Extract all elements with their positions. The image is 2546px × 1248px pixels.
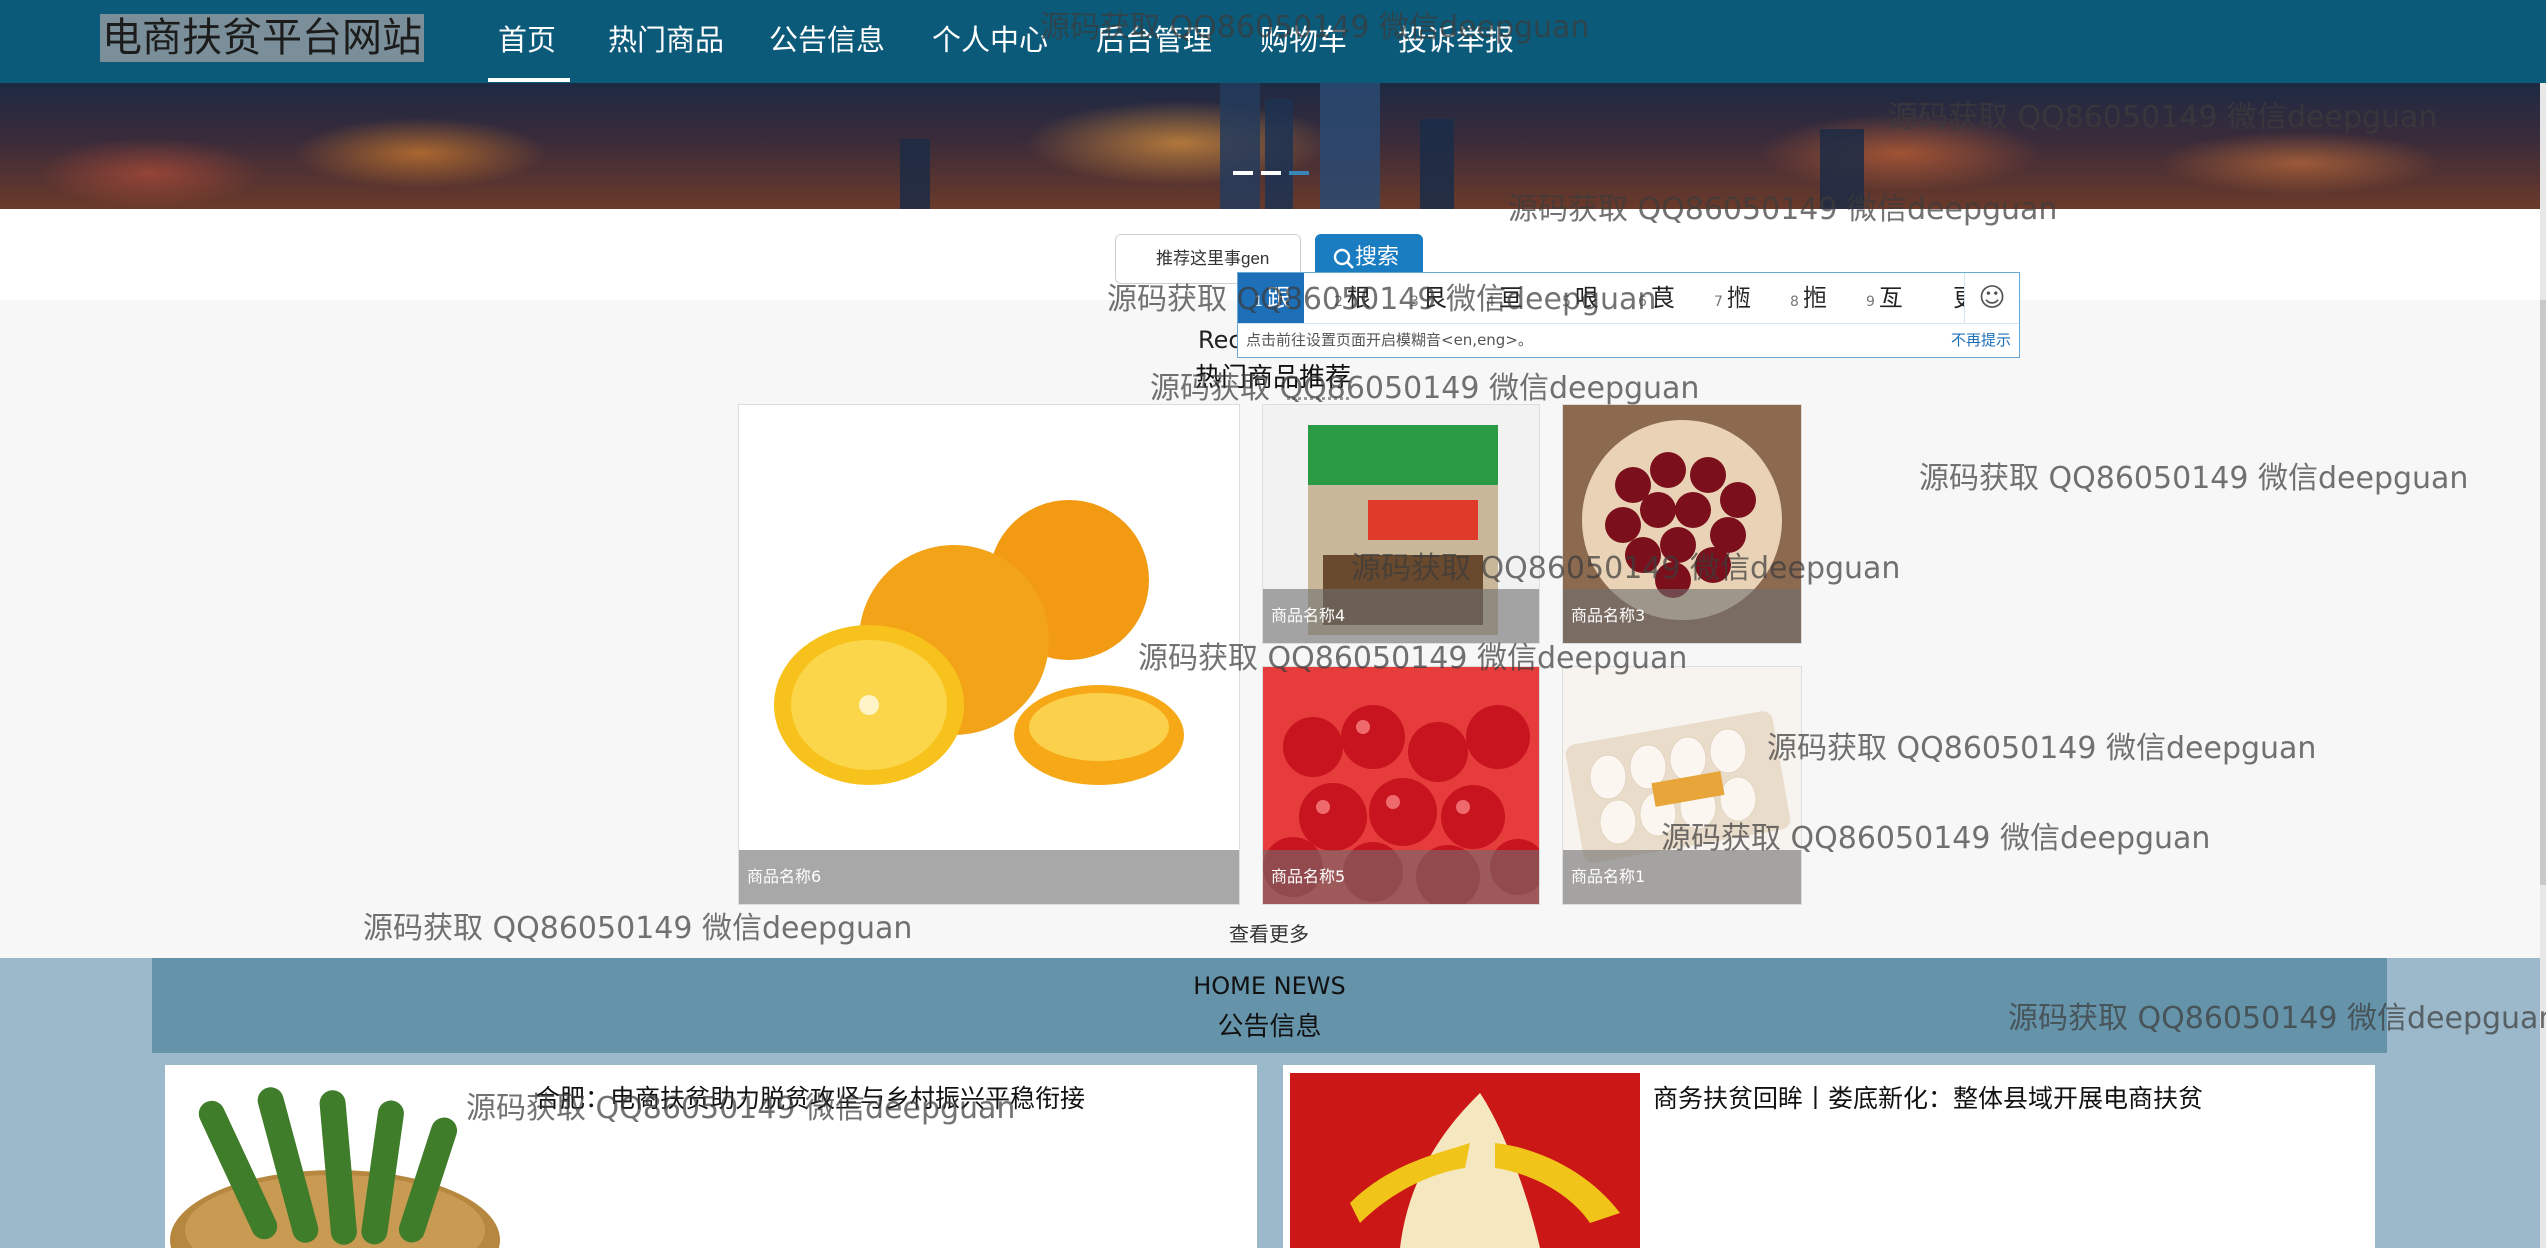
nav-item-announcements[interactable]: 公告信息 (769, 20, 885, 60)
nav-item-home[interactable]: 首页 (498, 20, 556, 60)
ime-candidate[interactable]: 7揯 (1714, 283, 1751, 317)
watermark-text: 源码获取 QQ86050149 微信deepguan (1040, 10, 1590, 45)
watermark-text: 源码获取 QQ86050149 微信deepguan (1150, 371, 1700, 406)
ime-dismiss-link[interactable]: 不再提示 (1951, 329, 2011, 350)
nav-active-indicator (488, 78, 570, 82)
product-caption: 商品名称1 (1563, 850, 1801, 904)
watermark-text: 源码获取 QQ86050149 微信deepguan (1107, 282, 1657, 317)
ime-tip[interactable]: 点击前往设置页面开启模糊音<en,eng>。 (1246, 329, 1533, 350)
nav-item-hot-products[interactable]: 热门商品 (608, 20, 724, 60)
news-title[interactable]: 商务扶贫回眸丨娄底新化：整体县域开展电商扶贫 (1653, 1079, 2203, 1115)
ime-candidate[interactable]: 8搄 (1790, 283, 1827, 317)
page-scrollbar-thumb[interactable] (2540, 300, 2546, 885)
nav-item-personal-center[interactable]: 个人中心 (932, 20, 1048, 60)
product-card[interactable]: 商品名称4 (1262, 404, 1540, 644)
search-icon (1333, 248, 1354, 269)
carousel-dot-3[interactable] (1289, 171, 1309, 175)
section-heading-en: Rec (1198, 326, 1242, 354)
watermark-text: 源码获取 QQ86050149 微信deepguan (1508, 192, 2058, 227)
watermark-text: 源码获取 QQ86050149 微信deepguan (1661, 821, 2211, 856)
view-more-link[interactable]: 查看更多 (1229, 918, 1309, 947)
watermark-text: 源码获取 QQ86050149 微信deepguan (2008, 1001, 2546, 1036)
carousel-dot-1[interactable] (1233, 171, 1253, 175)
watermark-text: 源码获取 QQ86050149 微信deepguan (1919, 461, 2469, 496)
product-card[interactable]: 商品名称1 (1562, 666, 1802, 905)
product-card[interactable]: 商品名称3 (1562, 404, 1802, 644)
ime-emoji-icon[interactable]: ☺ (1964, 273, 2019, 323)
news-image-banana (1290, 1073, 1640, 1248)
watermark-text: 源码获取 QQ86050149 微信deepguan (363, 911, 913, 946)
watermark-text: 源码获取 QQ86050149 微信deepguan (1138, 641, 1688, 676)
watermark-text: 源码获取 QQ86050149 微信deepguan (466, 1091, 1016, 1126)
product-caption: 商品名称5 (1263, 850, 1539, 904)
product-card[interactable]: 商品名称5 (1262, 666, 1540, 905)
search-button-label: 搜索 (1355, 245, 1400, 270)
watermark-text: 源码获取 QQ86050149 微信deepguan (1767, 731, 2317, 766)
watermark-text: 源码获取 QQ86050149 微信deepguan (1351, 551, 1901, 586)
product-caption: 商品名称6 (739, 850, 1239, 904)
news-card[interactable]: 商务扶贫回眸丨娄底新化：整体县域开展电商扶贫 (1283, 1065, 2375, 1248)
watermark-text: 源码获取 QQ86050149 微信deepguan (1888, 100, 2438, 135)
carousel-dot-2[interactable] (1261, 171, 1281, 175)
ime-candidate[interactable]: 9亙 (1866, 283, 1903, 317)
site-brand[interactable]: 电商扶贫平台网站 (100, 14, 424, 62)
